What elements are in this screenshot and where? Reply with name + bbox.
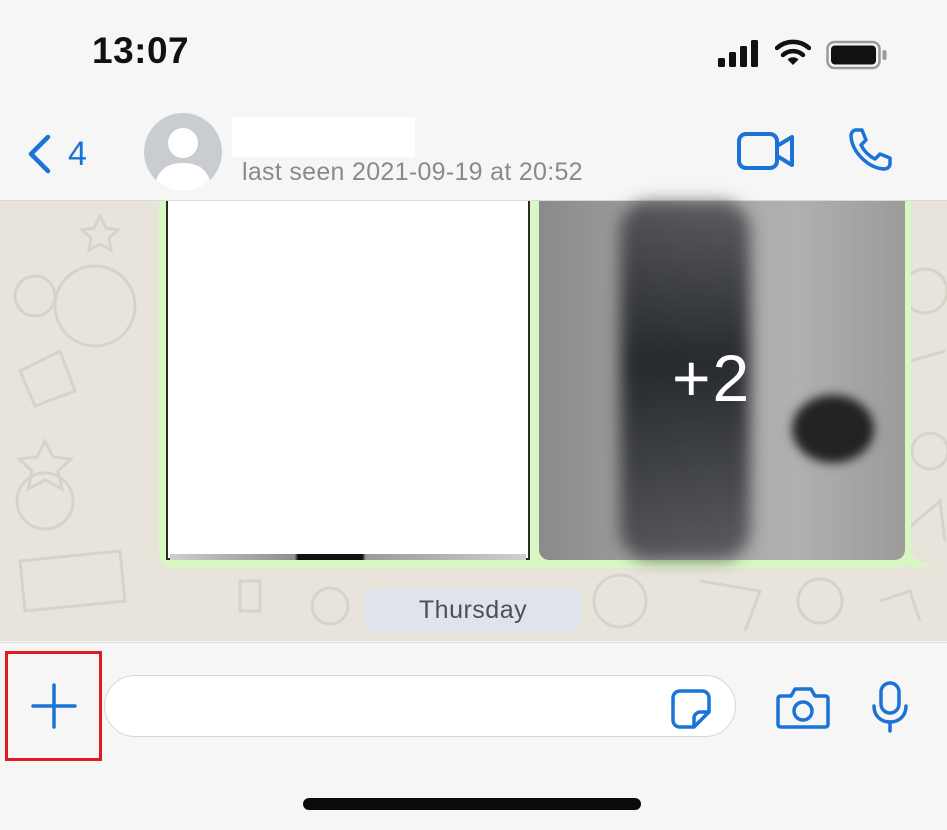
media-thumbnail-1-edge bbox=[170, 554, 526, 560]
media-thumbnail-1[interactable] bbox=[166, 201, 530, 560]
unread-chats-count: 4 bbox=[68, 134, 87, 173]
bubble-tail bbox=[903, 540, 937, 568]
microphone-icon[interactable] bbox=[870, 680, 910, 734]
day-separator-label: Thursday bbox=[418, 595, 528, 624]
contact-avatar[interactable] bbox=[144, 113, 222, 191]
message-input[interactable] bbox=[104, 675, 736, 737]
day-separator: Thursday bbox=[364, 589, 582, 631]
back-button[interactable]: 4 bbox=[26, 132, 106, 176]
video-call-icon[interactable] bbox=[736, 130, 796, 172]
phone-call-icon[interactable] bbox=[848, 126, 894, 172]
signal-icon bbox=[718, 40, 758, 67]
home-indicator bbox=[303, 798, 641, 810]
last-seen-status: last seen 2021-09-19 at 20:52 bbox=[242, 158, 583, 186]
blurred-logo-image bbox=[792, 395, 874, 463]
status-time: 13:07 bbox=[92, 30, 190, 71]
battery-icon bbox=[826, 40, 887, 70]
sticker-icon[interactable] bbox=[670, 688, 712, 730]
plus-icon bbox=[30, 683, 77, 729]
chevron-left-icon bbox=[28, 134, 51, 174]
camera-icon[interactable] bbox=[776, 684, 830, 730]
more-media-count: +2 bbox=[672, 341, 752, 415]
contact-name-redacted[interactable] bbox=[232, 117, 415, 157]
avatar-placeholder-icon bbox=[154, 128, 212, 191]
attach-button[interactable] bbox=[5, 651, 102, 761]
wifi-icon bbox=[775, 39, 811, 65]
